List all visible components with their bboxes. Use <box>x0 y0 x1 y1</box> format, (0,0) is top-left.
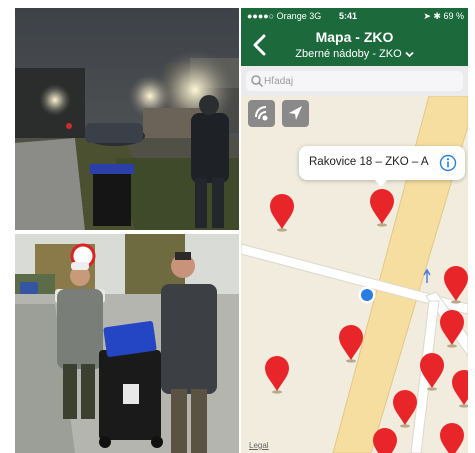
waste-bin-inspection-photo <box>15 234 239 453</box>
dropdown-chevron-icon <box>405 51 414 57</box>
marker-callout[interactable]: Rakovice 18 – ZKO – A <box>299 146 465 180</box>
user-location-icon <box>358 286 376 304</box>
legal-link[interactable]: Legal <box>249 441 269 450</box>
search-bar <box>241 66 468 96</box>
map-pin-icon[interactable] <box>269 194 295 232</box>
map-pin-icon[interactable] <box>338 325 364 363</box>
clock-label: 5:41 <box>339 11 358 21</box>
map-pin-icon[interactable] <box>369 189 395 227</box>
search-icon <box>251 75 264 88</box>
carrier-label: ●●●●○ Orange 3G <box>247 11 322 21</box>
category-dropdown[interactable]: Zberné nádoby - ZKO <box>241 48 468 60</box>
callout-tail <box>374 179 388 187</box>
navigation-bar: Mapa - ZKO Zberné nádoby - ZKO <box>241 24 468 66</box>
map-pin-icon[interactable] <box>443 266 468 304</box>
page-title: Mapa - ZKO <box>315 29 394 45</box>
callout-label: Rakovice 18 – ZKO – A <box>309 156 429 168</box>
search-input[interactable] <box>264 73 454 89</box>
stadium-mode-button[interactable] <box>248 100 275 127</box>
map-pin-icon[interactable] <box>439 423 465 453</box>
map-pin-icon[interactable] <box>392 390 418 428</box>
battery-label: ➤ ✱ 69 % <box>423 11 464 21</box>
location-arrow-icon <box>289 106 302 120</box>
map-pin-icon[interactable] <box>264 356 290 394</box>
location-services-icon: ➤ <box>423 11 431 21</box>
map-pin-icon[interactable] <box>451 370 468 408</box>
category-dropdown-label: Zberné nádoby - ZKO <box>295 48 402 60</box>
status-bar: ●●●●○ Orange 3G 5:41 ➤ ✱ 69 % <box>241 8 468 24</box>
map-pin-icon[interactable] <box>419 353 445 391</box>
night-street-photo <box>15 8 239 230</box>
phone-screen: ●●●●○ Orange 3G 5:41 ➤ ✱ 69 % Mapa - ZKO… <box>241 8 468 453</box>
stadium-mode-icon <box>255 106 268 121</box>
info-icon[interactable] <box>439 154 457 172</box>
locate-me-button[interactable] <box>282 100 309 127</box>
bluetooth-icon: ✱ <box>433 11 441 21</box>
map-pin-icon[interactable] <box>372 428 398 453</box>
map-pin-icon[interactable] <box>439 310 465 348</box>
search-field-container[interactable] <box>246 71 463 91</box>
